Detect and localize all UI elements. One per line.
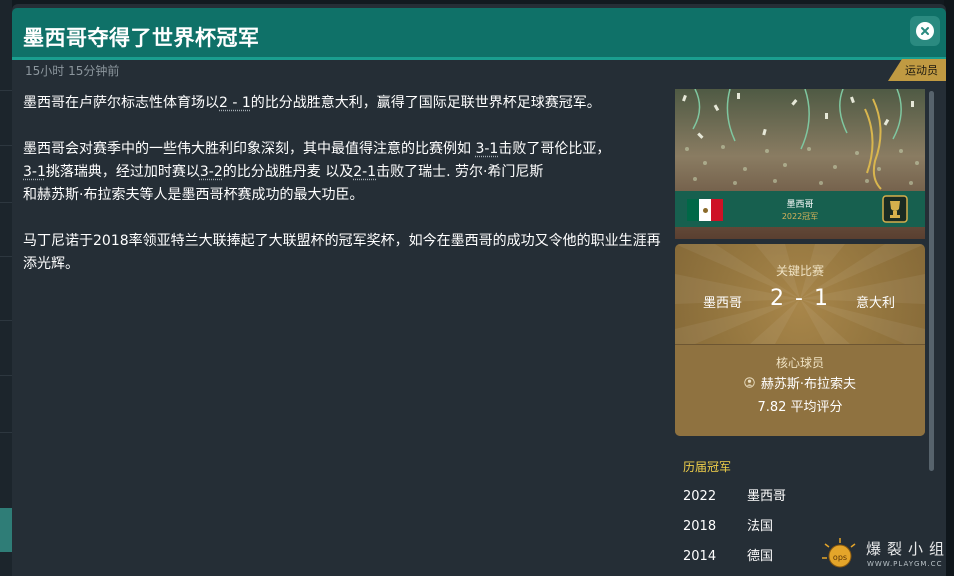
news-body: 墨西哥在卢萨尔标志性体育场以2 - 1的比分战胜意大利，赢得了国际足联世界杯足球…: [23, 92, 663, 299]
background-divider: [0, 90, 12, 91]
text-span: 击败了瑞士. 劳尔·希门尼斯: [376, 164, 544, 180]
close-button[interactable]: [910, 16, 940, 46]
background-divider: [0, 432, 12, 433]
trophy-icon: [882, 195, 908, 223]
match-score-link[interactable]: 3-2: [200, 164, 223, 180]
champion-row[interactable]: 2018 法国: [683, 515, 773, 534]
background-divider: [0, 145, 12, 146]
key-player-row[interactable]: 赫苏斯·布拉索夫: [675, 373, 925, 392]
watermark-logo-icon: ops: [822, 538, 856, 568]
watermark-url: WWW.PLAYGM.CC: [867, 560, 943, 568]
match-score-link[interactable]: 2-1: [353, 164, 376, 180]
scrollbar-thumb[interactable]: [929, 91, 934, 471]
celebration-image: 墨西哥 2022冠军: [675, 89, 925, 239]
text-span: 挑落瑞典，经过加时赛以: [45, 164, 200, 180]
key-match-card[interactable]: 关键比赛 墨西哥 2 - 1 意大利 核心球员 赫苏斯·布拉索夫 7.82 平均…: [675, 244, 925, 436]
banner-team-name: 墨西哥: [786, 200, 814, 210]
champion-row[interactable]: 2014 德国: [683, 545, 773, 564]
champion-team[interactable]: 墨西哥: [747, 489, 786, 504]
paragraph-2: 墨西哥会对赛季中的一些伟大胜利印象深刻，其中最值得注意的比赛例如 3-1击败了哥…: [23, 138, 663, 207]
text-span: 的比分战胜意大利，赢得了国际足联世界杯足球赛冠军。: [250, 95, 601, 111]
champion-year: 2022: [683, 489, 717, 504]
watermark-text: 爆裂小组: [866, 540, 951, 558]
champion-team[interactable]: 法国: [747, 519, 773, 534]
champion-team[interactable]: 德国: [747, 549, 773, 564]
background-divider: [0, 256, 12, 257]
close-icon[interactable]: [916, 22, 934, 40]
away-team-name[interactable]: 意大利: [856, 292, 895, 311]
news-dialog: 墨西哥夺得了世界杯冠军 15小时 15分钟前 运动员 墨西哥在卢萨尔标志性体育场…: [12, 4, 946, 576]
background-left-strip: [0, 0, 12, 576]
champion-year: 2014: [683, 549, 717, 564]
final-score: 2 - 1: [770, 286, 830, 311]
watermark: ops 爆裂小组 WWW.PLAYGM.CC: [820, 536, 950, 574]
dialog-header: 墨西哥夺得了世界杯冠军: [12, 8, 946, 60]
text-span: 墨西哥会对赛季中的一些伟大胜利印象深刻，其中最值得注意的比赛例如: [23, 141, 476, 157]
person-icon: [744, 377, 755, 388]
champion-row[interactable]: 2022 墨西哥: [683, 485, 786, 504]
text-span: 击败了哥伦比亚，: [498, 141, 611, 157]
news-timestamp: 15小时 15分钟前: [25, 64, 120, 78]
background-divider: [0, 375, 12, 376]
background-divider: [0, 202, 12, 203]
background-teal-block: [0, 508, 12, 552]
key-player-label: 核心球员: [775, 356, 824, 370]
category-tag[interactable]: 运动员: [888, 59, 946, 81]
mexico-flag-icon: [687, 199, 723, 221]
text-span: 墨西哥在卢萨尔标志性体育场以: [23, 95, 219, 111]
match-score-link[interactable]: 3-1: [23, 164, 46, 180]
text-span: 和赫苏斯·布拉索夫等人是墨西哥杯赛成功的最大功臣。: [23, 187, 364, 203]
key-match-label: 关键比赛: [775, 264, 824, 278]
home-team-name[interactable]: 墨西哥: [703, 292, 742, 311]
scrollbar-track[interactable]: [929, 91, 934, 471]
banner-year-title: 2022冠军: [781, 212, 819, 221]
match-score-link[interactable]: 2 - 1: [219, 95, 251, 111]
champion-year: 2018: [683, 519, 717, 534]
dialog-title: 墨西哥夺得了世界杯冠军: [23, 26, 260, 50]
player-average-rating: 7.82 平均评分: [757, 400, 843, 415]
text-span: 的比分战胜丹麦 以及: [222, 164, 354, 180]
match-score-link[interactable]: 3-1: [475, 141, 498, 157]
past-champions-heading: 历届冠军: [683, 460, 732, 474]
key-player-name[interactable]: 赫苏斯·布拉索夫: [761, 373, 856, 392]
background-divider: [0, 320, 12, 321]
watermark-badge-text: ops: [833, 553, 847, 562]
paragraph-1: 墨西哥在卢萨尔标志性体育场以2 - 1的比分战胜意大利，赢得了国际足联世界杯足球…: [23, 92, 663, 115]
paragraph-3: 马丁尼诺于2018率领亚特兰大联捧起了大联盟杯的冠军奖杯，如今在墨西哥的成功又令…: [23, 233, 661, 272]
